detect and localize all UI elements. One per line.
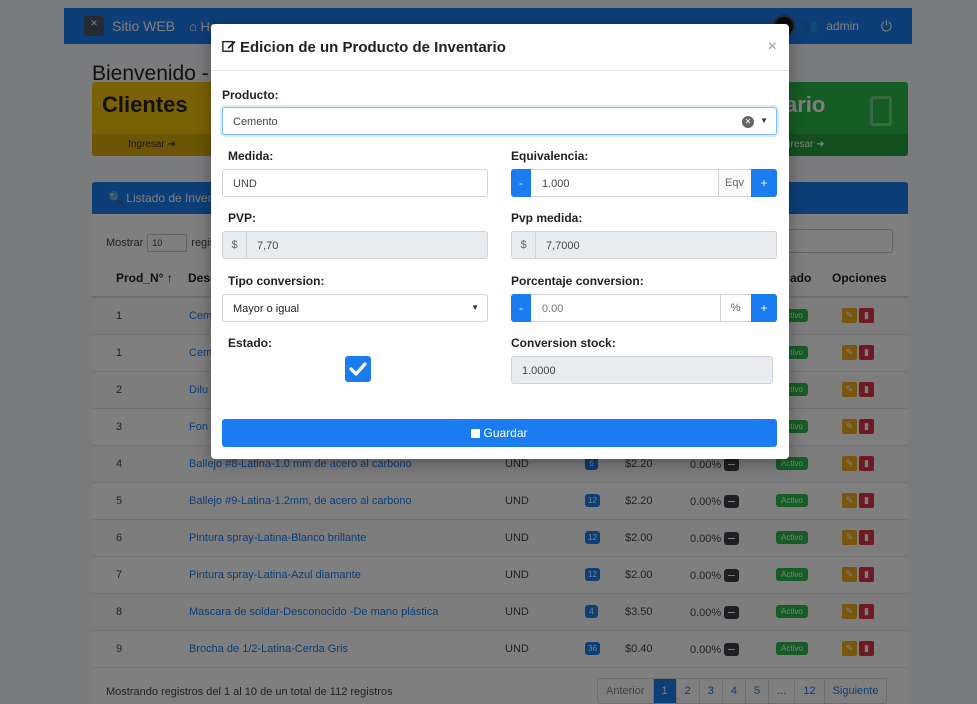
equivalencia-plus-button[interactable]: + (751, 169, 777, 197)
modal-title: Edicion de un Producto de Inventario (240, 39, 506, 56)
pvp-value: 7,70 (257, 240, 279, 252)
porcentaje-unit: % (720, 295, 750, 321)
porcentaje-conversion-field[interactable]: - 0.00 % + (511, 294, 777, 322)
equivalencia-value: 1.000 (542, 178, 570, 190)
estado-label: Estado: (228, 336, 273, 350)
check-icon (349, 362, 367, 376)
pvp-label: PVP: (228, 211, 257, 225)
tipo-conversion-value: Mayor o igual (233, 303, 300, 315)
conversion-stock-value: 1.0000 (522, 365, 556, 377)
medida-field[interactable]: UND (222, 169, 488, 197)
estado-checkbox[interactable] (345, 356, 371, 382)
edit-product-modal: Edicion de un Producto de Inventario × P… (211, 24, 789, 459)
pvp-field: $ 7,70 (222, 231, 488, 259)
porcentaje-conversion-label: Porcentaje conversion: (511, 274, 644, 288)
pvp-medida-field: $ 7,7000 (511, 231, 777, 259)
pvp-medida-currency: $ (512, 232, 536, 258)
equivalencia-field[interactable]: - 1.000 Eqv + (511, 169, 777, 197)
medida-label: Medida: (228, 149, 274, 163)
chevron-down-icon: ▼ (471, 303, 479, 312)
equivalencia-label: Equivalencia: (511, 149, 589, 163)
porcentaje-minus-button[interactable]: - (511, 294, 531, 322)
conversion-stock-label: Conversion stock: (511, 336, 616, 350)
chevron-down-icon: ▼ (760, 116, 768, 125)
pvp-medida-label: Pvp medida: (511, 211, 583, 225)
edit-icon (222, 40, 236, 52)
producto-label: Producto: (222, 88, 279, 102)
save-label: Guardar (483, 426, 528, 440)
close-icon[interactable]: × (768, 38, 777, 56)
pvp-currency: $ (223, 232, 247, 258)
pvp-medida-value: 7,7000 (546, 240, 580, 252)
modal-header: Edicion de un Producto de Inventario × (211, 24, 789, 71)
porcentaje-value: 0.00 (542, 303, 564, 315)
save-button[interactable]: Guardar (222, 419, 777, 447)
equivalencia-minus-button[interactable]: - (511, 169, 531, 197)
porcentaje-plus-button[interactable]: + (751, 294, 777, 322)
producto-select[interactable]: Cemento ✕ ▼ (222, 107, 777, 135)
floppy-icon (471, 429, 481, 438)
equivalencia-unit: Eqv (718, 170, 750, 196)
producto-value: Cemento (233, 116, 278, 128)
conversion-stock-field: 1.0000 (511, 356, 773, 384)
medida-value: UND (233, 178, 257, 190)
tipo-conversion-select[interactable]: Mayor o igual ▼ (222, 294, 488, 322)
tipo-conversion-label: Tipo conversion: (228, 274, 325, 288)
clear-icon[interactable]: ✕ (742, 116, 754, 128)
